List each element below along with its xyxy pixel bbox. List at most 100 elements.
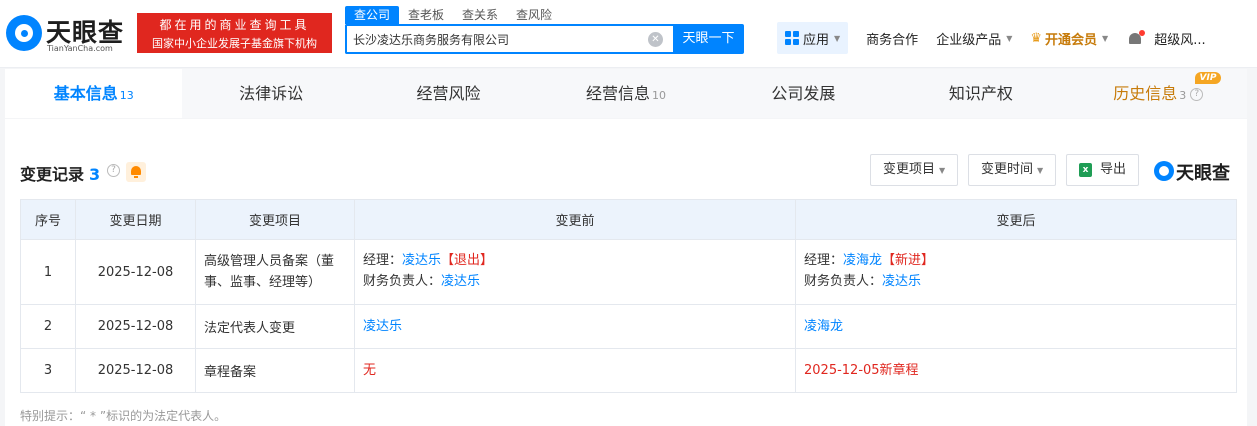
company-tabs: 基本信息 13 法律诉讼 经营风险 经营信息 10 公司发展 知识产权 VIP 历史… — [5, 69, 1247, 118]
search-tab-risk[interactable]: 查风险 — [507, 6, 561, 24]
status-tag: 【退出】 — [441, 253, 494, 268]
chevron-down-icon: ▼ — [1037, 166, 1044, 175]
clear-icon[interactable]: ✕ — [648, 32, 663, 47]
notification-dot — [1139, 29, 1146, 36]
footnote-tip: 特别提示：“ * ”标识的为法定代表人。 — [20, 409, 227, 423]
tab-count: 3 — [1179, 89, 1187, 102]
change-records-table: 序号 变更日期 变更项目 变更前 变更后 1 2025-12-08 高级管理人员… — [20, 199, 1237, 393]
person-link[interactable]: 凌海龙 — [804, 319, 843, 334]
apps-grid-icon — [785, 31, 799, 45]
cell-before: 无 — [354, 348, 796, 393]
column-header: 变更项目 — [195, 199, 355, 240]
tab-legal[interactable]: 法律诉讼 — [182, 69, 360, 118]
cell-after: 经理：凌海龙【新进】 财务负责人：凌达乐 — [795, 239, 1237, 305]
nav-vip-menu[interactable]: ♛ 开通会员 ▼ — [1030, 29, 1108, 48]
role-label: 经理： — [363, 253, 403, 268]
search-tab-relation[interactable]: 查关系 — [453, 6, 507, 24]
column-header: 序号 — [20, 199, 76, 240]
tab-label: 基本信息 — [53, 84, 118, 103]
chevron-down-icon: ▼ — [1102, 33, 1109, 43]
nav-enterprise-label: 企业级产品 — [936, 32, 1002, 48]
person-link[interactable]: 凌达乐 — [363, 319, 402, 334]
tab-history[interactable]: VIP 历史信息 3? — [1069, 69, 1247, 118]
tab-label: 公司发展 — [771, 84, 836, 103]
table-row: 2 2025-12-08 法定代表人变更 凌达乐 凌海龙 — [20, 304, 1237, 349]
charter-link[interactable]: 2025-12-05新章程 — [804, 363, 919, 378]
role-label: 财务负责人： — [804, 274, 883, 289]
tab-count: 13 — [119, 89, 134, 102]
bell-icon[interactable] — [1128, 29, 1146, 46]
cell-after: 2025-12-05新章程 — [795, 348, 1237, 393]
slogan-line-1: 都在用的商业查询工具 — [159, 18, 310, 32]
top-header: 天眼查 TianYanCha.com 都在用的商业查询工具 国家中小企业发展子基… — [0, 0, 1257, 68]
crown-icon: ♛ — [1030, 30, 1043, 46]
cell-date: 2025-12-08 — [75, 348, 196, 393]
top-nav: 应用 ▼ 商务合作 企业级产品 ▼ ♛ 开通会员 ▼ 超级风... — [777, 22, 1206, 54]
user-menu[interactable]: 超级风... — [1154, 29, 1205, 48]
export-button[interactable]: x 导出 — [1066, 154, 1140, 186]
help-icon[interactable]: ? — [1190, 88, 1204, 101]
cell-before: 凌达乐 — [354, 304, 796, 349]
column-header: 变更后 — [795, 199, 1237, 240]
tab-basic-info[interactable]: 基本信息 13 — [5, 69, 183, 118]
person-link[interactable]: 凌达乐 — [882, 274, 921, 289]
person-link[interactable]: 凌海龙 — [843, 253, 882, 268]
nav-business-link[interactable]: 商务合作 — [866, 29, 918, 48]
tab-count: 10 — [651, 89, 666, 102]
watermark-logo: 天眼查 — [1154, 157, 1244, 185]
help-icon[interactable]: ? — [107, 164, 120, 177]
tab-development[interactable]: 公司发展 — [714, 69, 893, 118]
change-records-panel: 变更记录 3 ? 变更项目 ▼ 变更时间 ▼ x 导出 天眼查 序号 变更日期 变更项目… — [5, 119, 1247, 426]
search-tab-boss[interactable]: 查老板 — [399, 6, 453, 24]
person-link[interactable]: 凌达乐 — [441, 274, 480, 289]
apps-menu-button[interactable]: 应用 ▼ — [777, 22, 849, 54]
chevron-down-icon: ▼ — [939, 166, 946, 175]
nav-enterprise-menu[interactable]: 企业级产品 ▼ — [936, 29, 1012, 48]
nav-vip-label: 开通会员 — [1045, 32, 1098, 48]
cell-date: 2025-12-08 — [75, 304, 196, 349]
column-header: 变更前 — [354, 199, 796, 240]
table-header-row: 序号 变更日期 变更项目 变更前 变更后 — [20, 199, 1237, 240]
cell-no: 1 — [20, 239, 76, 305]
site-logo[interactable]: 天眼查 TianYanCha.com — [6, 11, 128, 55]
monitor-bell-icon[interactable] — [126, 162, 146, 182]
cell-before: 经理：凌达乐【退出】 财务负责人：凌达乐 — [354, 239, 796, 305]
tab-operating-info[interactable]: 经营信息 10 — [537, 69, 715, 118]
tab-label: 经营风险 — [416, 84, 481, 103]
logo-eye-icon — [6, 15, 42, 51]
column-header: 变更日期 — [75, 199, 196, 240]
person-link[interactable]: 凌达乐 — [402, 253, 441, 268]
apps-label: 应用 — [803, 32, 830, 48]
filter-time-button[interactable]: 变更时间 ▼ — [968, 154, 1057, 186]
cell-no: 3 — [20, 348, 76, 393]
filter-item-button[interactable]: 变更项目 ▼ — [870, 154, 959, 186]
search-tab-company[interactable]: 查公司 — [345, 6, 400, 24]
search-button[interactable]: 天眼一下 — [673, 24, 744, 54]
chevron-down-icon: ▼ — [834, 33, 841, 43]
tab-operating-risk[interactable]: 经营风险 — [359, 69, 538, 118]
table-row: 3 2025-12-08 章程备案 无 2025-12-05新章程 — [20, 348, 1237, 393]
cell-item: 高级管理人员备案（董事、监事、经理等） — [195, 239, 355, 305]
search-type-tabs: 查公司 查老板 查关系 查风险 — [345, 6, 561, 24]
filter-time-label: 变更时间 — [981, 162, 1034, 177]
cell-no: 2 — [20, 304, 76, 349]
section-count: 3 — [89, 165, 101, 184]
cell-after: 凌海龙 — [795, 304, 1237, 349]
vip-badge: VIP — [1194, 72, 1222, 84]
watermark-text: 天眼查 — [1176, 163, 1230, 184]
status-tag: 【新进】 — [882, 253, 935, 268]
slogan-banner[interactable]: 都在用的商业查询工具 国家中小企业发展子基金旗下机构 — [137, 13, 332, 53]
tab-ip[interactable]: 知识产权 — [892, 69, 1070, 118]
search-box: ✕ — [345, 24, 673, 54]
cell-date: 2025-12-08 — [75, 239, 196, 305]
role-label: 财务负责人： — [363, 274, 442, 289]
excel-icon: x — [1079, 162, 1092, 177]
section-title-text: 变更记录 — [20, 165, 85, 184]
before-value: 无 — [363, 363, 377, 378]
search-input[interactable] — [347, 26, 637, 52]
logo-eye-icon — [1154, 161, 1174, 181]
role-label: 经理： — [804, 253, 844, 268]
slogan-line-2: 国家中小企业发展子基金旗下机构 — [152, 37, 317, 50]
section-title: 变更记录 3 — [20, 161, 100, 185]
tab-label: 法律诉讼 — [239, 84, 304, 103]
